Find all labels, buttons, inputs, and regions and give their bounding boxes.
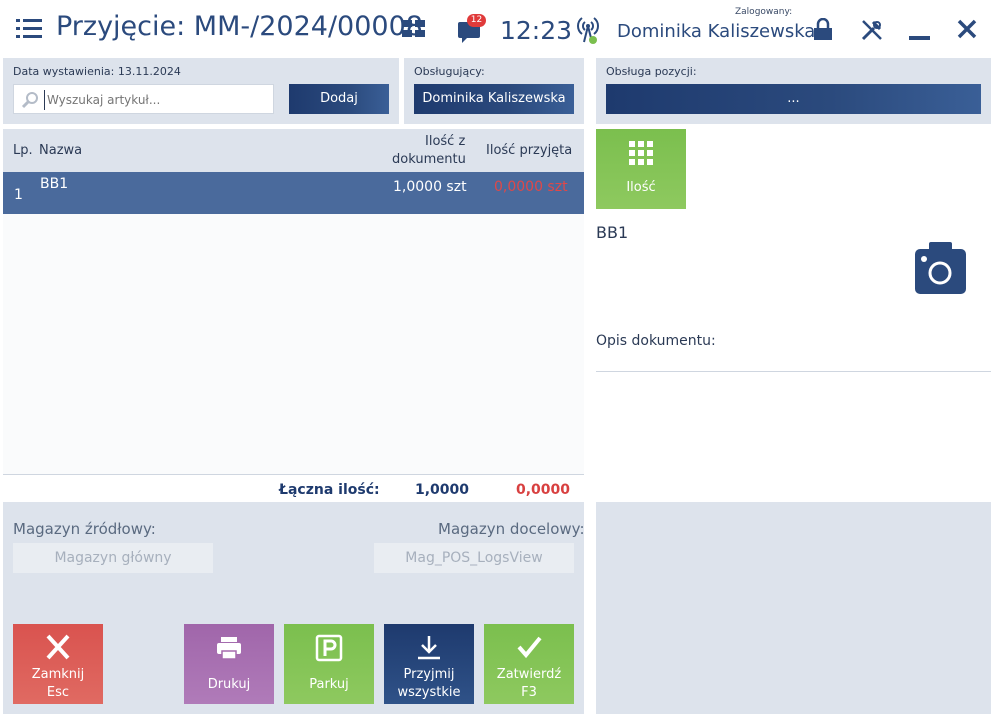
right-bottom-panel xyxy=(596,502,991,714)
quantity-tile-label: Ilość xyxy=(626,180,656,195)
quantity-tile[interactable]: Ilość xyxy=(596,129,686,209)
items-list xyxy=(3,214,584,474)
page-title: Przyjęcie: MM-/2024/00008 xyxy=(56,11,423,42)
lock-icon[interactable] xyxy=(812,18,834,40)
add-button[interactable]: Dodaj xyxy=(289,84,389,114)
total-doc-qty: 1,0000 xyxy=(415,482,470,498)
table-header: Lp. Nazwa Ilość z dokumentu Ilość przyję… xyxy=(3,129,584,172)
position-button[interactable]: ... xyxy=(606,84,981,114)
checkmark-icon xyxy=(517,636,542,659)
close-x-icon xyxy=(46,634,70,660)
position-button-label: ... xyxy=(787,91,800,106)
minimize-icon[interactable] xyxy=(909,36,930,40)
tools-icon[interactable] xyxy=(860,18,884,42)
park-button[interactable]: Parkuj xyxy=(284,624,374,704)
target-warehouse-field[interactable]: Mag_POS_LogsView xyxy=(374,543,574,573)
source-warehouse-field[interactable]: Magazyn główny xyxy=(13,543,213,573)
operator-label: Obsługujący: xyxy=(414,65,485,78)
search-box[interactable] xyxy=(13,84,274,114)
col-doc-qty-2[interactable]: dokumentu xyxy=(392,152,466,167)
notification-badge: 12 xyxy=(467,14,486,27)
col-lp[interactable]: Lp. xyxy=(13,143,33,158)
top-bar: Przyjęcie: MM-/2024/00008 12 12:23 Zalog… xyxy=(0,0,996,58)
add-button-label: Dodaj xyxy=(320,91,358,106)
receive-all-label-2: wszystkie xyxy=(397,685,461,700)
camera-icon[interactable] xyxy=(915,242,966,294)
total-received-qty: 0,0000 xyxy=(516,482,571,498)
target-warehouse-label: Magazyn docelowy: xyxy=(438,520,585,538)
tiles-icon[interactable] xyxy=(402,20,426,38)
user-name[interactable]: Dominika Kaliszewska xyxy=(617,21,815,42)
park-label: Parkuj xyxy=(309,677,349,692)
clock: 12:23 xyxy=(500,16,573,45)
description-label: Opis dokumentu: xyxy=(596,333,716,349)
close-label-2: Esc xyxy=(46,685,70,700)
issue-date: Data wystawienia: 13.11.2024 xyxy=(13,65,181,78)
search-input[interactable] xyxy=(44,90,269,110)
row-lp: 1 xyxy=(14,187,23,203)
row-received-qty: 0,0000 szt xyxy=(494,179,568,195)
receive-all-button[interactable]: Przyjmij wszystkie xyxy=(384,624,474,704)
row-doc-qty: 1,0000 szt xyxy=(393,179,467,195)
logged-in-label: Zalogowany: xyxy=(735,7,793,17)
table-row[interactable]: 1 BB1 1,0000 szt 0,0000 szt xyxy=(3,172,584,214)
confirm-label-1: Zatwierdź xyxy=(496,667,562,682)
parking-icon xyxy=(315,634,343,662)
operator-value: Dominika Kaliszewska xyxy=(422,91,566,106)
confirm-label-2: F3 xyxy=(521,685,537,700)
antenna-icon xyxy=(577,17,599,44)
row-name: BB1 xyxy=(40,176,69,192)
position-label: Obsługa pozycji: xyxy=(606,65,697,78)
download-icon xyxy=(418,636,440,660)
close-button[interactable]: Zamknij Esc xyxy=(13,624,103,704)
print-button[interactable]: Drukuj xyxy=(184,624,274,704)
product-name: BB1 xyxy=(596,223,629,242)
menu-icon[interactable] xyxy=(16,18,42,40)
printer-icon xyxy=(217,637,241,660)
description-divider xyxy=(596,371,991,372)
receive-all-label-1: Przyjmij xyxy=(403,667,455,682)
keypad-icon xyxy=(629,141,653,165)
total-label: Łączna ilość: xyxy=(279,482,380,498)
print-label: Drukuj xyxy=(207,677,251,692)
col-name[interactable]: Nazwa xyxy=(39,143,82,158)
confirm-button[interactable]: Zatwierdź F3 xyxy=(484,624,574,704)
search-icon xyxy=(21,92,38,109)
operator-select[interactable]: Dominika Kaliszewska xyxy=(414,84,574,114)
close-icon[interactable] xyxy=(956,18,978,40)
source-warehouse-label: Magazyn źródłowy: xyxy=(13,520,156,538)
close-label-1: Zamknij xyxy=(31,667,85,682)
col-doc-qty-1[interactable]: Ilość z xyxy=(425,134,465,149)
totals-bar: Łączna ilość: 1,0000 0,0000 xyxy=(3,474,584,502)
col-received-qty[interactable]: Ilość przyjęta xyxy=(486,143,572,158)
